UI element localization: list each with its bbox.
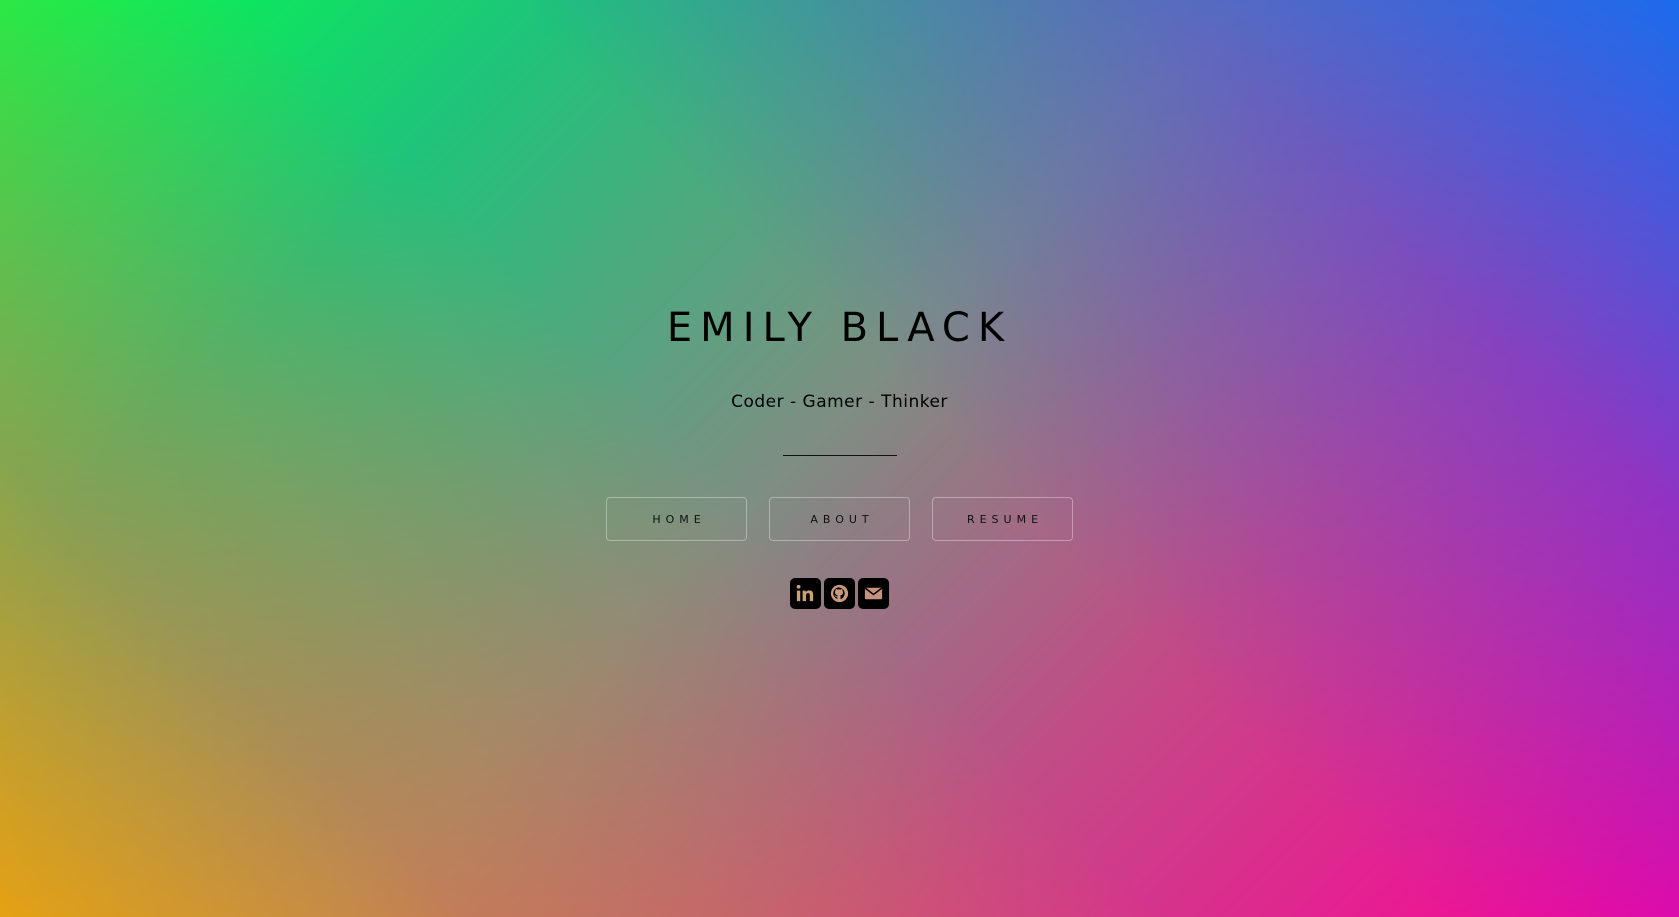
about-button[interactable]: ABOUT <box>769 497 910 541</box>
divider <box>783 455 897 456</box>
tagline: Coder - Gamer - Thinker <box>731 392 948 412</box>
main-nav: HOME ABOUT RESUME <box>606 497 1073 541</box>
resume-button[interactable]: RESUME <box>932 497 1073 541</box>
page-title: EMILY BLACK <box>666 305 1013 351</box>
linkedin-icon[interactable] <box>790 578 821 609</box>
social-links <box>790 578 889 609</box>
email-icon[interactable] <box>858 578 889 609</box>
home-button[interactable]: HOME <box>606 497 747 541</box>
github-icon[interactable] <box>824 578 855 609</box>
hero: EMILY BLACK Coder - Gamer - Thinker HOME… <box>0 0 1679 917</box>
